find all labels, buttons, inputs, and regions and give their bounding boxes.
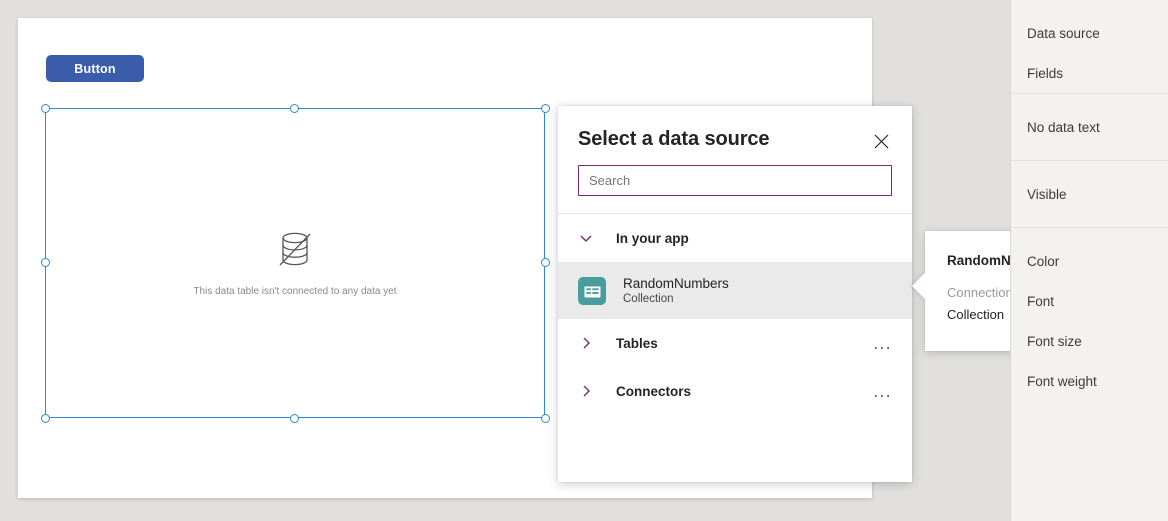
property-item-data-source[interactable]: Data source [1011, 13, 1168, 53]
resize-handle-middle-right[interactable] [541, 258, 550, 267]
resize-handle-top-center[interactable] [290, 104, 299, 113]
search-container [558, 152, 912, 196]
property-group-no-data: No data text [1011, 93, 1168, 160]
canvas-button[interactable]: Button [46, 55, 144, 82]
resize-handle-bottom-left[interactable] [41, 414, 50, 423]
tooltip-arrow [912, 273, 925, 299]
data-source-group-label: Tables [616, 336, 873, 351]
property-item-color[interactable]: Color [1011, 241, 1168, 281]
property-group-data: Data source Fields [1011, 0, 1168, 93]
data-source-group-in-your-app[interactable]: In your app [558, 214, 912, 262]
data-table-empty-text: This data table isn't connected to any d… [193, 286, 396, 297]
property-group-visible: Visible [1011, 160, 1168, 227]
data-source-group-tables[interactable]: Tables ... [558, 319, 912, 367]
chevron-down-icon[interactable] [578, 230, 604, 246]
property-item-font-size[interactable]: Font size [1011, 321, 1168, 361]
collection-type: Collection [623, 292, 729, 306]
data-source-group-label: Connectors [616, 384, 873, 399]
data-source-item-randomnumbers[interactable]: RandomNumbers Collection [558, 262, 912, 319]
tables-overflow-menu-button[interactable]: ... [873, 335, 892, 352]
search-input[interactable] [578, 165, 892, 196]
close-icon[interactable] [870, 130, 892, 152]
chevron-right-icon[interactable] [578, 383, 604, 399]
property-item-font-weight[interactable]: Font weight [1011, 361, 1168, 401]
collection-text: RandomNumbers Collection [623, 275, 729, 306]
chevron-right-icon[interactable] [578, 335, 604, 351]
property-item-visible[interactable]: Visible [1011, 174, 1168, 214]
data-table-empty-state: This data table isn't connected to any d… [46, 109, 544, 417]
data-table-control[interactable]: This data table isn't connected to any d… [45, 108, 545, 418]
database-slash-icon [276, 229, 314, 274]
select-data-source-dialog[interactable]: Select a data source In your app [558, 106, 912, 482]
resize-handle-top-left[interactable] [41, 104, 50, 113]
connectors-overflow-menu-button[interactable]: ... [873, 383, 892, 400]
property-group-appearance: Color Font Font size Font weight [1011, 227, 1168, 401]
resize-handle-bottom-center[interactable] [290, 414, 299, 423]
dialog-title: Select a data source [578, 128, 769, 151]
resize-handle-top-right[interactable] [541, 104, 550, 113]
properties-panel[interactable]: Data source Fields No data text Visible … [1010, 0, 1168, 521]
property-item-no-data-text[interactable]: No data text [1011, 107, 1168, 147]
collection-table-icon [578, 277, 606, 305]
property-item-fields[interactable]: Fields [1011, 53, 1168, 93]
dialog-header: Select a data source [558, 106, 912, 152]
resize-handle-bottom-right[interactable] [541, 414, 550, 423]
collection-name: RandomNumbers [623, 275, 729, 292]
data-source-group-label: In your app [616, 231, 892, 246]
canvas-button-label: Button [74, 62, 115, 76]
resize-handle-middle-left[interactable] [41, 258, 50, 267]
property-item-font[interactable]: Font [1011, 281, 1168, 321]
data-source-group-connectors[interactable]: Connectors ... [558, 367, 912, 415]
